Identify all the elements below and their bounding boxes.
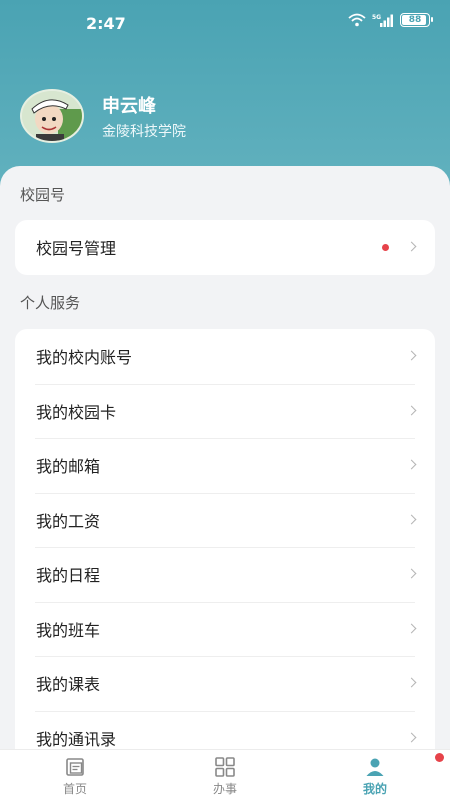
list-item-label: 我的邮箱 <box>36 457 101 477</box>
status-icons: 5G 88 <box>348 13 433 27</box>
battery-level: 88 <box>408 15 422 25</box>
user-icon <box>366 758 384 776</box>
list-item-shuttle-bus[interactable]: 我的班车 <box>15 601 435 657</box>
chevron-right-icon <box>406 459 417 470</box>
chevron-right-icon <box>406 514 417 525</box>
battery-icon: 88 <box>400 13 433 27</box>
badge-dot <box>435 753 444 762</box>
status-time: 2:47 <box>86 14 126 33</box>
tab-me[interactable]: 我的 <box>300 750 450 800</box>
list-item-label: 我的通讯录 <box>36 729 117 749</box>
chevron-right-icon <box>406 568 417 579</box>
chevron-right-icon <box>406 677 417 688</box>
avatar[interactable] <box>20 89 84 143</box>
tab-services[interactable]: 办事 <box>150 750 300 800</box>
list-item-label: 我的校内账号 <box>36 348 133 368</box>
network-label: 5G <box>372 14 381 21</box>
avatar-image <box>22 91 82 141</box>
personal-services-card: 我的校内账号 我的校园卡 我的邮箱 我的工资 我的日程 我的班车 我的课表 我的… <box>15 329 435 800</box>
user-org: 金陵科技学院 <box>102 124 186 140</box>
list-item-label: 校园号管理 <box>36 239 117 259</box>
section-title-campus: 校园号 <box>20 186 66 204</box>
user-name: 申云峰 <box>102 96 156 117</box>
list-item-campus-account[interactable]: 我的校内账号 <box>15 329 435 384</box>
list-item-salary[interactable]: 我的工资 <box>15 492 435 548</box>
home-icon <box>66 758 84 776</box>
grid-icon <box>215 757 235 777</box>
list-item-campus-card[interactable]: 我的校园卡 <box>15 383 435 439</box>
signal-icon: 5G <box>372 14 393 27</box>
tab-label: 我的 <box>362 782 387 796</box>
chevron-right-icon <box>406 623 417 634</box>
list-item-label: 我的课表 <box>36 675 101 695</box>
section-title-personal: 个人服务 <box>20 294 81 312</box>
tab-home[interactable]: 首页 <box>0 750 150 800</box>
status-bar: 2:47 5G 88 <box>0 0 450 46</box>
chevron-right-icon <box>406 405 417 416</box>
list-item-label: 我的工资 <box>36 511 101 531</box>
wifi-icon <box>348 13 366 27</box>
chevron-right-icon <box>406 732 417 743</box>
tab-label: 办事 <box>212 782 237 796</box>
list-item-campus-manage[interactable]: 校园号管理 <box>15 220 435 275</box>
notification-dot <box>382 244 389 252</box>
list-item-label: 我的校园卡 <box>36 402 117 422</box>
list-item-timetable[interactable]: 我的课表 <box>15 656 435 711</box>
list-item-label: 我的日程 <box>36 566 101 586</box>
content-panel: 校园号 校园号管理 个人服务 我的校内账号 我的校园卡 我的邮箱 我的工资 我的… <box>0 166 450 800</box>
list-item-label: 我的班车 <box>36 620 101 640</box>
chevron-right-icon <box>406 350 417 361</box>
bottom-tab-bar: 首页 办事 我的 <box>0 749 450 800</box>
campus-card: 校园号管理 <box>15 220 435 275</box>
list-item-mailbox[interactable]: 我的邮箱 <box>15 438 435 493</box>
chevron-right-icon <box>406 241 417 252</box>
tab-label: 首页 <box>62 782 87 796</box>
list-item-schedule[interactable]: 我的日程 <box>15 547 435 602</box>
